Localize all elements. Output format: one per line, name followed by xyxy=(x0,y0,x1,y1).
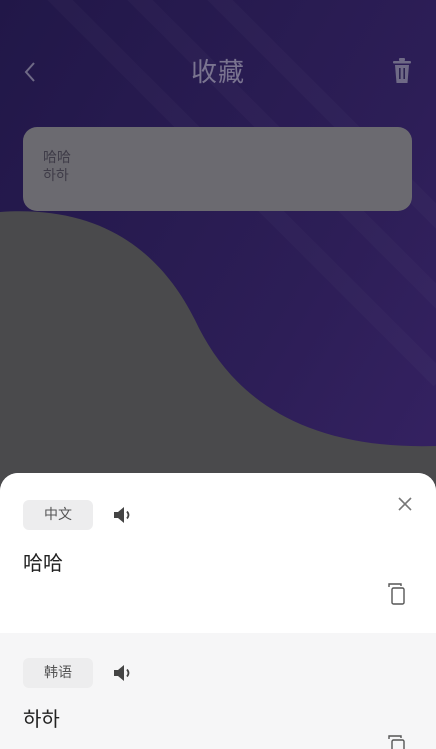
speaker-icon xyxy=(114,507,130,523)
favorite-card[interactable]: 哈哈 하하 xyxy=(23,127,412,211)
copy-icon xyxy=(388,583,405,605)
page-title: 收藏 xyxy=(190,58,245,88)
trash-icon xyxy=(393,58,411,83)
target-copy-button[interactable] xyxy=(385,733,409,749)
source-speaker-button[interactable] xyxy=(110,502,136,528)
close-icon xyxy=(398,497,412,511)
favorite-source-text: 哈哈 xyxy=(43,150,71,166)
source-section: 中文 哈哈 xyxy=(0,473,436,633)
header: 收藏 xyxy=(0,0,436,130)
speaker-icon xyxy=(114,665,130,681)
target-text: 하하 xyxy=(23,707,60,731)
copy-icon xyxy=(388,735,405,749)
delete-button[interactable] xyxy=(386,54,418,88)
target-section: 韩语 하하 xyxy=(0,633,436,749)
target-speaker-button[interactable] xyxy=(110,660,136,686)
source-lang-chip[interactable]: 中文 xyxy=(23,500,93,530)
close-button[interactable] xyxy=(392,491,418,517)
target-lang-chip[interactable]: 韩语 xyxy=(23,658,93,688)
translation-sheet: 中文 哈哈 韩语 하하 xyxy=(0,473,436,749)
favorite-target-text: 하하 xyxy=(43,168,69,184)
source-text: 哈哈 xyxy=(23,551,63,575)
source-copy-button[interactable] xyxy=(385,581,409,607)
